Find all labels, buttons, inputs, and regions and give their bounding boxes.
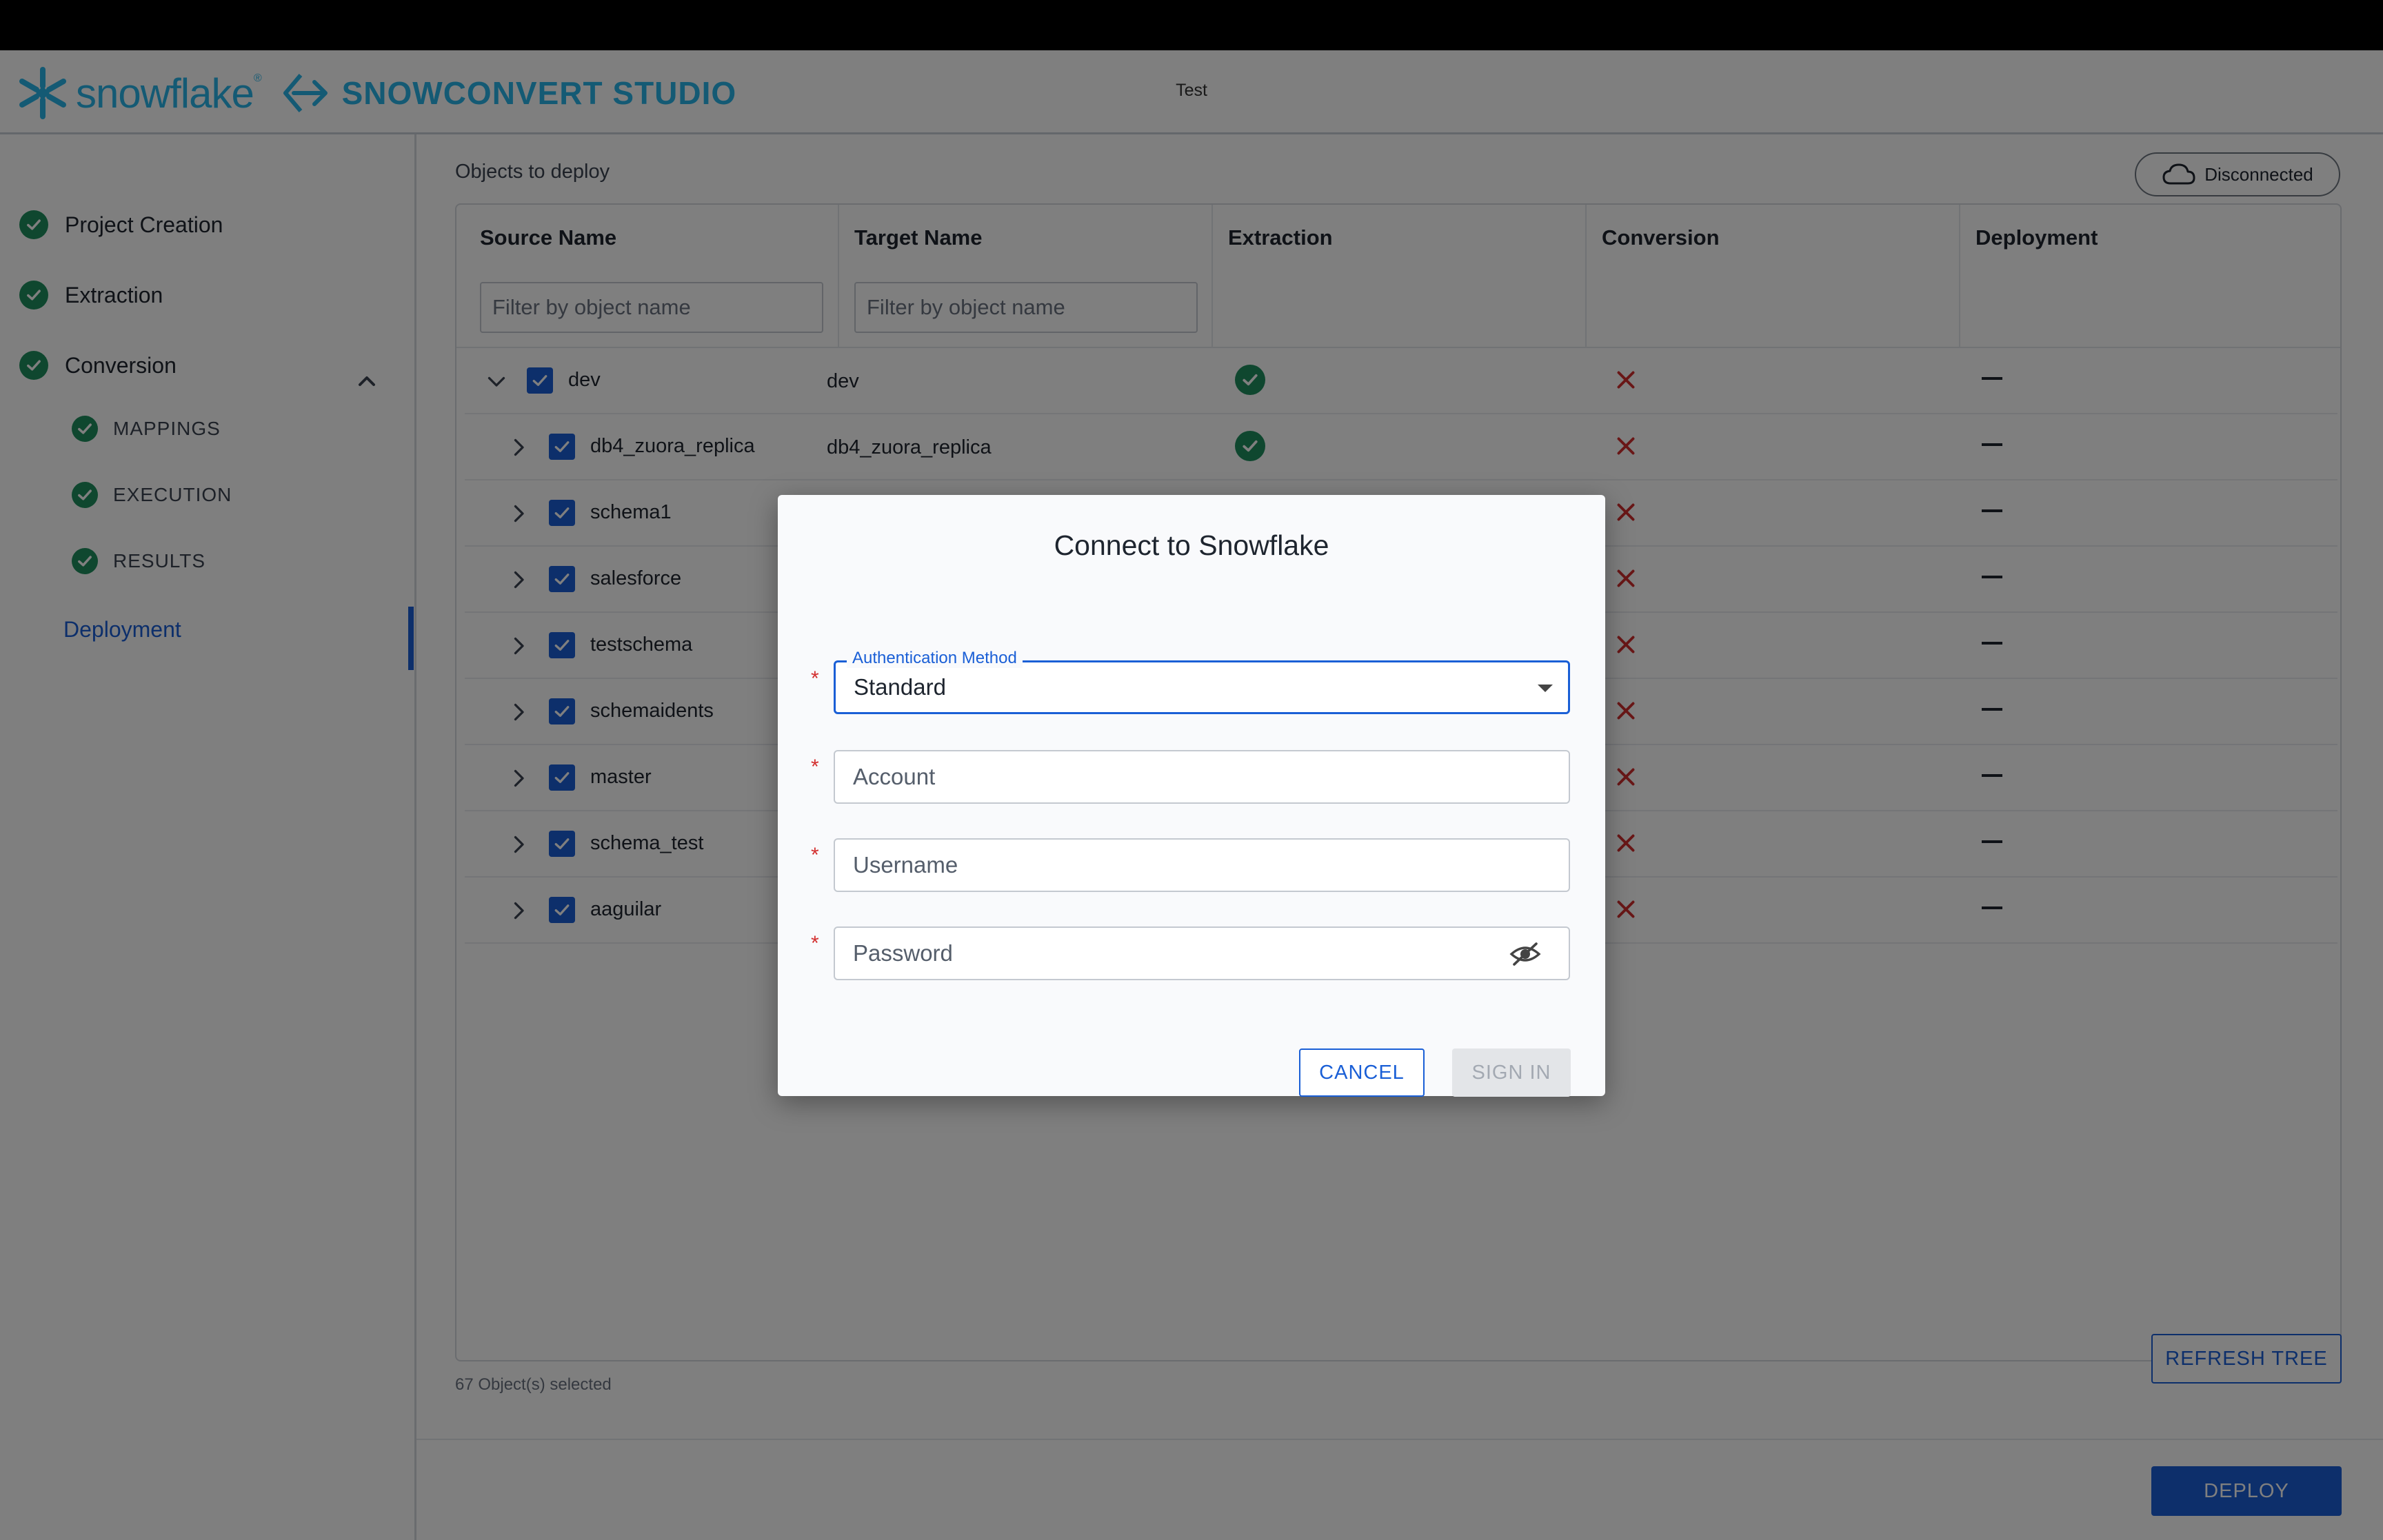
dropdown-caret-icon xyxy=(1538,685,1553,692)
sign-in-button[interactable]: SIGN IN xyxy=(1452,1048,1571,1097)
required-marker: * xyxy=(811,667,819,690)
required-marker: * xyxy=(811,844,819,867)
auth-method-value: Standard xyxy=(854,674,946,700)
required-marker: * xyxy=(811,756,819,778)
cancel-button[interactable]: CANCEL xyxy=(1299,1048,1425,1097)
app-window: snowflake ® SNOWCONVERT STUDIO Test Proj… xyxy=(0,50,2383,1540)
password-placeholder: Password xyxy=(853,940,953,966)
auth-method-label: Authentication Method xyxy=(847,649,1023,668)
required-marker: * xyxy=(811,932,819,955)
password-input[interactable]: Password xyxy=(834,926,1570,980)
connect-dialog: Connect to Snowflake * Standard Authenti… xyxy=(778,495,1605,1097)
account-input[interactable]: Account xyxy=(834,750,1570,804)
auth-method-select[interactable]: Standard xyxy=(834,660,1570,714)
eye-off-icon[interactable] xyxy=(1509,940,1541,968)
username-input[interactable]: Username xyxy=(834,838,1570,892)
dialog-title: Connect to Snowflake xyxy=(1054,529,1329,561)
